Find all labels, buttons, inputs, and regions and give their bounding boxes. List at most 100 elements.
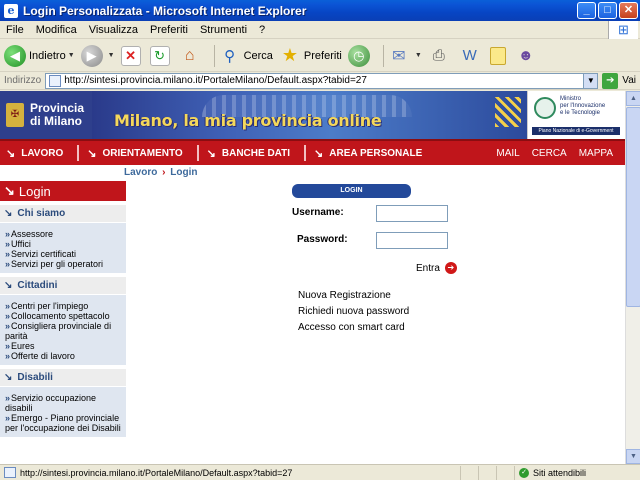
window-titlebar: e Login Personalizzata - Microsoft Inter…	[0, 0, 640, 21]
section-head[interactable]: ↘ Cittadini	[0, 277, 126, 295]
sidebar-link[interactable]: Eures	[5, 341, 126, 351]
ie-icon: e	[4, 3, 18, 18]
sidebar-arrow-icon: ↘	[4, 183, 15, 198]
sidebar-link[interactable]: Assessore	[5, 229, 126, 239]
link-smart-card[interactable]: Accesso con smart card	[298, 320, 409, 336]
home-button[interactable]: ⌂	[179, 45, 204, 67]
breadcrumb-lavoro[interactable]: Lavoro	[124, 167, 157, 178]
address-input[interactable]: http://sintesi.provincia.milano.it/Porta…	[45, 72, 599, 89]
minimize-button[interactable]: _	[577, 2, 596, 19]
history-button[interactable]: ◷	[347, 44, 373, 67]
sidebar-link[interactable]: Servizi certificati	[5, 249, 126, 259]
back-dropdown-icon[interactable]: ▼	[68, 52, 75, 59]
section-body: Servizio occupazione disabili Emergo - P…	[0, 387, 126, 437]
main-nav: ↘ LAVORO ↘ ORIENTAMENTO ↘ BANCHE DATI ↘ …	[0, 139, 625, 165]
ministry-logo[interactable]: Ministro per l'Innovazione e le Tecnolog…	[527, 91, 625, 139]
print-button[interactable]: ⎙	[428, 45, 453, 67]
nav-separator	[77, 145, 80, 161]
section-head[interactable]: ↘ Chi siamo	[0, 205, 126, 223]
menu-preferiti[interactable]: Preferiti	[144, 24, 194, 36]
menu-visualizza[interactable]: Visualizza	[83, 24, 144, 36]
status-cell	[478, 465, 496, 480]
nav-arrow-icon: ↘	[206, 147, 216, 160]
nav-links: MAIL CERCA MAPPA	[496, 148, 625, 159]
refresh-button[interactable]: ↻	[149, 45, 173, 66]
forward-dropdown-icon[interactable]: ▼	[108, 52, 115, 59]
section-arrow-icon: ↘	[4, 372, 13, 383]
nav-link-mail[interactable]: MAIL	[496, 148, 519, 159]
toolbar: ◀ Indietro ▼ ▶ ▼ ✕ ↻ ⌂ ⚲ Cerca ★ Preferi…	[0, 40, 640, 72]
back-arrow-icon: ◀	[4, 44, 26, 67]
address-dropdown-icon[interactable]: ▼	[583, 73, 598, 88]
search-button[interactable]: ⚲ Cerca	[219, 45, 273, 67]
sidebar-title: ↘ Login	[0, 181, 126, 201]
section-arrow-icon: ↘	[4, 208, 13, 219]
close-button[interactable]: ✕	[619, 2, 638, 19]
nav-label: AREA PERSONALE	[329, 147, 423, 159]
sidebar-link[interactable]: Consigliera provinciale di parità	[5, 321, 126, 341]
username-input[interactable]	[376, 205, 448, 222]
nav-item-orientamento[interactable]: ↘ ORIENTAMENTO	[81, 140, 196, 166]
address-bar: Indirizzo http://sintesi.provincia.milan…	[0, 72, 640, 90]
window-title: Login Personalizzata - Microsoft Interne…	[23, 3, 307, 18]
page-icon	[4, 467, 16, 478]
sidebar-section-cittadini: ↘ Cittadini Centri per l'impiego Colloca…	[0, 277, 126, 365]
nav-item-lavoro[interactable]: ↘ LAVORO	[0, 140, 77, 166]
menu-file[interactable]: File	[0, 24, 30, 36]
mail-icon: ✉	[392, 47, 406, 65]
password-label: Password:	[297, 234, 348, 245]
link-richiedi-password[interactable]: Richiedi nuova password	[298, 304, 409, 320]
nav-link-mappa[interactable]: MAPPA	[579, 148, 613, 159]
section-arrow-icon: ↘	[4, 280, 13, 291]
sidebar-link[interactable]: Servizi per gli operatori	[5, 259, 126, 269]
address-url: http://sintesi.provincia.milano.it/Porta…	[64, 75, 367, 86]
sidebar-link[interactable]: Emergo - Piano provinciale per l'occupaz…	[5, 413, 126, 433]
status-bar: http://sintesi.provincia.milano.it/Porta…	[0, 464, 640, 480]
breadcrumb: Lavoro › Login	[124, 167, 197, 178]
site-banner: Milano, la mia provincia online	[92, 91, 527, 139]
section-head[interactable]: ↘ Disabili	[0, 369, 126, 387]
entra-button[interactable]: Entra ➔	[416, 262, 457, 274]
ministry-line2: per l'Innovazione	[560, 103, 606, 109]
page-icon	[49, 74, 62, 87]
go-button[interactable]: Vai	[622, 75, 636, 86]
sidebar-link[interactable]: Servizio occupazione disabili	[5, 393, 126, 413]
edit-icon: W	[462, 47, 477, 64]
ministry-seal-icon	[534, 97, 556, 119]
home-icon: ⌂	[184, 46, 195, 64]
mail-button[interactable]: ✉ ▼	[388, 45, 422, 67]
forward-button[interactable]: ▶ ▼	[80, 44, 115, 67]
refresh-icon: ↻	[149, 45, 170, 66]
maximize-button[interactable]: □	[598, 2, 617, 19]
sidebar: ↘ Login ↘ Chi siamo Assessore Uffici Ser…	[0, 181, 126, 464]
sidebar-link[interactable]: Collocamento spettacolo	[5, 311, 126, 321]
nav-link-cerca[interactable]: CERCA	[532, 148, 567, 159]
scroll-down-icon[interactable]: ▼	[626, 449, 640, 464]
provincia-logo[interactable]: ✠ Provincia di Milano	[0, 91, 92, 139]
scroll-up-icon[interactable]: ▲	[626, 91, 640, 106]
nav-item-area-personale[interactable]: ↘ AREA PERSONALE	[308, 140, 436, 166]
link-nuova-registrazione[interactable]: Nuova Registrazione	[298, 288, 409, 304]
section-title: Chi siamo	[17, 208, 66, 219]
sidebar-link[interactable]: Centri per l'impiego	[5, 301, 126, 311]
status-text: http://sintesi.provincia.milano.it/Porta…	[20, 467, 293, 478]
nav-separator	[304, 145, 307, 161]
menu-modifica[interactable]: Modifica	[30, 24, 83, 36]
stop-button[interactable]: ✕	[120, 45, 144, 66]
scroll-thumb[interactable]	[626, 107, 640, 307]
menu-strumenti[interactable]: Strumenti	[194, 24, 253, 36]
edit-button[interactable]: W	[459, 45, 484, 67]
mail-dropdown-icon[interactable]: ▼	[415, 52, 422, 59]
favorites-button[interactable]: ★ Preferiti	[279, 45, 342, 67]
nav-item-banche-dati[interactable]: ↘ BANCHE DATI	[201, 140, 304, 166]
back-button[interactable]: ◀ Indietro ▼	[4, 44, 75, 67]
menu-help[interactable]: ?	[253, 24, 271, 36]
go-arrow-icon[interactable]: ➔	[602, 72, 619, 89]
toolbar-separator	[382, 44, 384, 67]
sidebar-link[interactable]: Uffici	[5, 239, 126, 249]
sidebar-link[interactable]: Offerte di lavoro	[5, 351, 126, 361]
vertical-scrollbar[interactable]: ▲ ▼	[625, 91, 640, 464]
password-input[interactable]	[376, 232, 448, 249]
note-button[interactable]	[489, 46, 509, 65]
messenger-button[interactable]: ☻	[515, 45, 540, 67]
